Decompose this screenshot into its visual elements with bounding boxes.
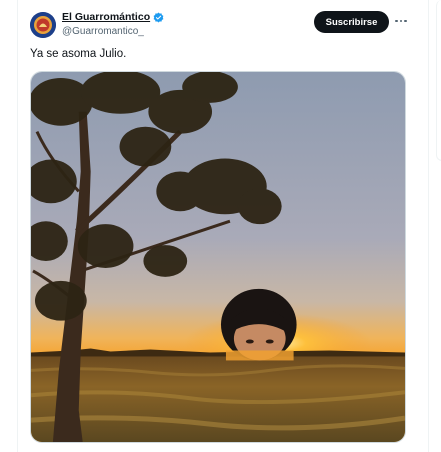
tweet-text: Ya se asoma Julio. <box>30 48 127 60</box>
sunset-field-image <box>31 72 405 442</box>
verified-badge-icon <box>153 12 164 22</box>
user-handle[interactable]: @Guarromantico_ <box>62 26 144 37</box>
more-options-icon[interactable] <box>394 14 408 28</box>
avatar[interactable] <box>30 12 56 38</box>
display-name[interactable]: El Guarromántico <box>62 11 150 23</box>
subscribe-button[interactable]: Suscribirse <box>314 11 389 33</box>
face-silhouette <box>220 288 297 361</box>
tweet-image[interactable] <box>30 71 406 443</box>
timeline-border-right <box>428 0 429 452</box>
tweet[interactable]: El Guarromántico @Guarromantico_ Suscrib… <box>18 0 428 452</box>
avatar-emblem-icon <box>30 12 56 38</box>
sidebar-card-edge <box>436 0 441 161</box>
